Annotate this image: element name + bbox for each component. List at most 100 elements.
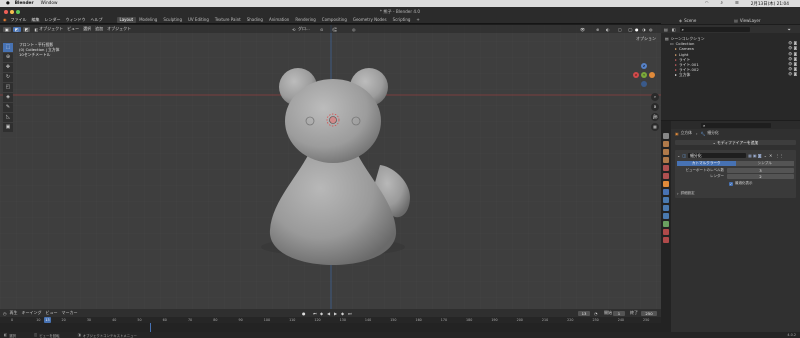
levels-viewport-field[interactable]: 3 (727, 168, 794, 173)
3d-viewport[interactable]: ▣ ◩ ◩ ◧ オブジェクト ビュー 選択 追加 オブジェクト ⟲ グロ... … (0, 25, 661, 309)
jump-end-icon[interactable]: ⏭ (348, 311, 352, 316)
collapse-chevron-icon[interactable]: ⌄ (677, 153, 680, 158)
snap-icon[interactable]: 🧲︎ (332, 27, 337, 32)
orientation-dropdown[interactable]: グロ... (298, 26, 310, 32)
close-window-button[interactable] (4, 9, 8, 14)
options-button[interactable]: オプション (636, 36, 656, 42)
shading-wire-icon[interactable]: ◯ (628, 27, 632, 32)
tab-modeling[interactable]: Modeling (136, 17, 160, 23)
select-mode-2-icon[interactable]: ◩ (22, 26, 31, 32)
apple-icon[interactable]: ● (6, 1, 10, 6)
outliner-display-icon[interactable]: ◧ (672, 27, 676, 32)
stopwatch-icon[interactable]: ◔ (594, 311, 598, 316)
menu-edit[interactable]: 編集 (32, 17, 40, 23)
move-icon[interactable]: ✥ (3, 63, 13, 72)
rotate-icon[interactable]: ↻ (3, 73, 13, 82)
menu-window[interactable]: ウィンドウ (66, 17, 86, 23)
view-layer-tab-icon[interactable] (663, 157, 669, 163)
outliner-type-icon[interactable]: ▤ (664, 27, 668, 32)
modifier-name-input[interactable]: 細分化 (688, 152, 747, 158)
tab-layout[interactable]: Layout (116, 16, 137, 23)
gizmo-neg-axis[interactable] (649, 72, 655, 78)
play-icon[interactable]: ▶ (334, 311, 337, 316)
proportional-icon[interactable]: ◎ (352, 27, 356, 32)
camera-view-icon[interactable]: 🎥︎ (651, 113, 659, 121)
mode-dropdown[interactable]: オブジェクト (39, 26, 63, 32)
cursor-icon[interactable]: ⊕ (3, 53, 13, 62)
shading-material-icon[interactable]: ◑ (642, 27, 646, 32)
output-tab-icon[interactable] (663, 149, 669, 155)
end-frame-field[interactable]: 250 (641, 310, 657, 316)
editor-type-icon[interactable]: ▣ (3, 26, 11, 32)
world-tab-icon[interactable] (663, 173, 669, 179)
physics-tab-icon[interactable] (663, 205, 669, 211)
select-icon[interactable]: ⬚ (3, 43, 13, 52)
particles-tab-icon[interactable] (663, 197, 669, 203)
simple-button[interactable]: シンプル (735, 161, 794, 166)
scene-tab-icon[interactable] (663, 165, 669, 171)
modifier-tab-icon[interactable] (663, 189, 669, 195)
visibility-icon[interactable]: 👁︎ (580, 27, 585, 32)
scene-selector[interactable]: Scene (684, 18, 734, 23)
pivot-icon[interactable]: ⊙ (320, 27, 323, 32)
dropdown-menu-icon[interactable]: ⌄ (764, 153, 767, 158)
material-tab-icon[interactable] (663, 229, 669, 235)
current-frame-field[interactable]: 13 (578, 310, 590, 316)
navigation-gizmo[interactable]: Z X Y ⌕ ✋︎ 🎥︎ ▦ (632, 63, 660, 135)
add-modifier-button[interactable]: ⌄ モディファイアーを追加 (675, 140, 796, 145)
mac-window-menu[interactable]: Window (41, 1, 58, 6)
play-reverse-icon[interactable]: ◀ (327, 311, 330, 316)
blender-logo-icon[interactable]: ◉ (3, 17, 7, 22)
menu-render[interactable]: レンダー (45, 17, 61, 23)
tab-texture-paint[interactable]: Texture Paint (212, 17, 244, 23)
viewport-toggle-icon[interactable]: ▣ (753, 153, 757, 158)
data-tab-icon[interactable] (663, 221, 669, 227)
control-center-icon[interactable]: ☰ (735, 1, 739, 6)
tab-shading[interactable]: Shading (244, 17, 266, 23)
timeline-menu-playback[interactable]: 再生 (10, 310, 18, 316)
scale-icon[interactable]: ◰ (3, 83, 13, 92)
timeline-menu-view[interactable]: ビュー (46, 310, 58, 316)
menu-help[interactable]: ヘルプ (91, 17, 103, 23)
menu-object[interactable]: オブジェクト (107, 26, 131, 32)
start-frame-field[interactable]: 1 (613, 310, 625, 316)
advanced-panel-header[interactable]: › 詳細設定 (677, 190, 794, 196)
timeline-menu-marker[interactable]: マーカー (62, 310, 78, 316)
render-tab-icon[interactable] (663, 141, 669, 147)
menu-file[interactable]: ファイル (11, 17, 27, 23)
ortho-toggle-icon[interactable]: ▦ (651, 123, 659, 131)
tab-geometry-nodes[interactable]: Geometry Nodes (350, 17, 390, 23)
tab-animation[interactable]: Animation (266, 17, 292, 23)
overlay-toggle-icon[interactable]: ◐ (606, 27, 610, 32)
timeline-menu-keying[interactable]: キーイング (22, 310, 42, 316)
minimize-window-button[interactable] (10, 9, 14, 14)
add-cube-icon[interactable]: ▣ (3, 123, 13, 132)
shading-solid-icon[interactable]: ● (635, 27, 639, 32)
gizmo-z-axis[interactable]: Z (641, 63, 647, 69)
pan-hand-icon[interactable]: ✋︎ (651, 103, 659, 111)
render-toggle-icon[interactable]: ◙ (758, 153, 762, 158)
prev-key-icon[interactable]: ◆ (320, 311, 323, 316)
close-modifier-icon[interactable]: ✕ (769, 153, 772, 158)
tab-uv-editing[interactable]: UV Editing (185, 17, 212, 23)
gizmo-x-axis[interactable]: X (633, 72, 639, 78)
next-key-icon[interactable]: ◆ (341, 311, 344, 316)
shading-render-icon[interactable]: ◍ (649, 27, 653, 32)
tab-scripting[interactable]: Scripting (390, 17, 414, 23)
wifi-icon[interactable]: ◠ (705, 1, 709, 6)
zoom-icon[interactable]: ⌕ (651, 93, 659, 101)
catmull-clark-button[interactable]: カトマルクラーク (677, 161, 736, 166)
gizmo-neg-z-axis[interactable] (641, 81, 647, 87)
select-mode-icon[interactable]: ◩ (12, 26, 21, 32)
filter-icon[interactable]: ⏷ (788, 27, 791, 32)
properties-search-input[interactable]: ⌕ (701, 122, 771, 128)
render-levels-field[interactable]: 2 (727, 174, 794, 179)
visibility-eye-icon[interactable]: 👁︎ ◙ (788, 72, 797, 77)
annotate-icon[interactable]: ✎ (3, 103, 13, 112)
outliner-row[interactable]: ▸ 立方体 👁︎ ◙ (661, 72, 800, 77)
zoom-window-button[interactable] (16, 9, 20, 14)
mac-app-name[interactable]: Blender (15, 1, 34, 6)
gizmo-toggle-icon[interactable]: ⊕ (596, 27, 599, 32)
menu-add[interactable]: 追加 (95, 26, 103, 32)
constraints-tab-icon[interactable] (663, 213, 669, 219)
